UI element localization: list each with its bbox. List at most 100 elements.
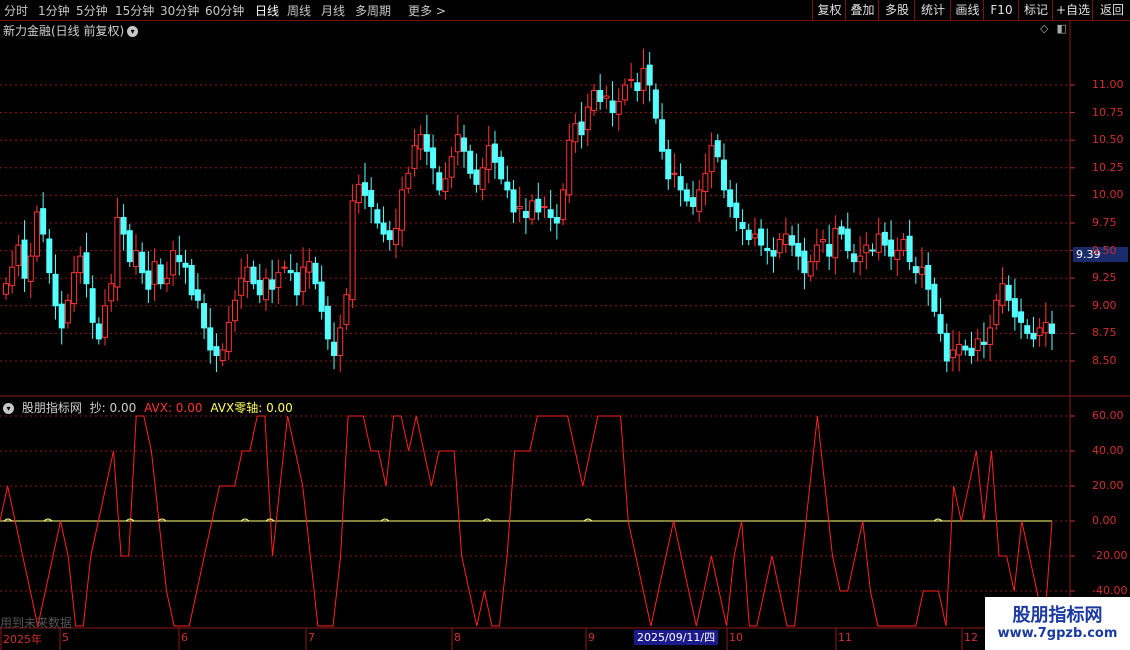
- candle-body: [844, 228, 851, 252]
- candle-body: [491, 143, 498, 163]
- candle-body: [782, 233, 789, 246]
- candle-body: [652, 89, 659, 119]
- date-tick-label: 9: [588, 631, 595, 644]
- candle-body: [176, 255, 183, 263]
- candle-body: [355, 183, 362, 204]
- candle-body: [522, 210, 529, 218]
- candle-body: [931, 283, 938, 312]
- candle-body: [392, 228, 399, 246]
- candle-body: [776, 239, 783, 254]
- candle-body: [615, 101, 622, 115]
- candle-body: [751, 233, 758, 239]
- candle-body: [541, 205, 548, 208]
- diamond-icon[interactable]: ◇: [1040, 22, 1048, 35]
- indicator-title[interactable]: ▾ 股朋指标网 抄: 0.00 AVX: 0.00 AVX零轴: 0.00: [3, 399, 297, 416]
- candle-body: [485, 145, 492, 170]
- split-view-icon[interactable]: ◧: [1056, 22, 1066, 35]
- candle-body: [58, 303, 65, 329]
- candle-body: [473, 169, 480, 185]
- candle-body: [436, 172, 443, 191]
- candle-body: [733, 202, 740, 218]
- candle-body: [745, 229, 752, 241]
- candle-body: [553, 216, 560, 224]
- price-tick-label: 10.75: [1092, 105, 1124, 119]
- stock-chart[interactable]: [0, 0, 1130, 650]
- candle-body: [83, 252, 90, 285]
- price-tick-label: 10.25: [1092, 160, 1124, 174]
- candle-body: [250, 266, 257, 285]
- indicator-name: 股朋指标网: [21, 401, 82, 415]
- candle-body: [52, 273, 59, 307]
- date-tick-label: 7: [308, 631, 315, 644]
- candle-body: [95, 323, 102, 340]
- candle-body: [337, 327, 344, 356]
- candle-body: [225, 321, 232, 353]
- candle-body: [640, 67, 647, 92]
- candle-body: [888, 239, 895, 257]
- candle-body: [275, 272, 282, 289]
- candle-body: [603, 95, 610, 99]
- date-tick-label: 6: [181, 631, 188, 644]
- candle-body: [634, 82, 641, 92]
- candle-body: [578, 121, 585, 136]
- date-tick-label: 5: [62, 631, 69, 644]
- price-tick-label: 8.75: [1092, 326, 1117, 340]
- candle-body: [628, 78, 635, 81]
- candle-body: [361, 182, 368, 196]
- candle-body: [114, 216, 121, 288]
- future-data-warning: 用到未来数据: [0, 616, 73, 630]
- candle-body: [287, 269, 294, 274]
- candle-body: [789, 235, 796, 246]
- candle-body: [126, 230, 133, 263]
- candle-body: [857, 255, 864, 263]
- candle-body: [795, 242, 802, 257]
- candle-body: [442, 178, 449, 193]
- brand-url: www.7gpzb.com: [997, 626, 1118, 641]
- chevron-down-icon[interactable]: ▾: [127, 26, 139, 37]
- candle-body: [145, 270, 152, 290]
- candle-body: [609, 100, 616, 114]
- candle-body: [374, 209, 381, 224]
- indicator-tick-label: 0.00: [1092, 514, 1117, 527]
- candle-body: [368, 189, 375, 207]
- candle-body: [201, 303, 208, 329]
- candle-body: [937, 314, 944, 334]
- candle-body: [683, 189, 690, 202]
- candle-body: [244, 266, 251, 283]
- candle-body: [157, 264, 164, 285]
- candle-body: [727, 189, 734, 207]
- candle-body: [1011, 298, 1018, 318]
- candle-body: [807, 261, 814, 277]
- candle-body: [881, 231, 888, 246]
- candle-body: [677, 176, 684, 191]
- candle-body: [1018, 311, 1025, 323]
- candle-body: [3, 283, 9, 295]
- candle-body: [238, 277, 245, 296]
- candle-body: [479, 167, 486, 190]
- indicator-tick-label: -20.00: [1092, 549, 1128, 562]
- candle-body: [454, 134, 461, 153]
- candle-body: [170, 250, 177, 276]
- candle-body: [139, 251, 146, 274]
- candle-body: [207, 327, 214, 351]
- candle-body: [974, 338, 981, 352]
- candle-body: [343, 294, 350, 326]
- candle-body: [572, 123, 579, 143]
- candle-body: [219, 349, 226, 361]
- candle-body: [213, 346, 220, 356]
- panel-controls: ◇ ◧: [1040, 22, 1067, 35]
- candle-body: [535, 198, 542, 213]
- date-tick-label: 2025年: [3, 633, 42, 646]
- candle-body: [894, 250, 901, 260]
- price-tick-label: 9.75: [1092, 216, 1117, 229]
- candle-body: [1024, 325, 1031, 334]
- chevron-down-icon[interactable]: ▾: [3, 403, 14, 414]
- brand-watermark: 股朋指标网 www.7gpzb.com: [985, 597, 1130, 650]
- candle-body: [182, 262, 189, 268]
- stock-title[interactable]: 新力金融(日线 前复权) ▾: [3, 22, 139, 39]
- date-tick-label: 12: [964, 631, 978, 644]
- candle-body: [832, 228, 839, 259]
- candle-body: [132, 250, 139, 268]
- price-tick-label: 11.00: [1092, 78, 1124, 91]
- price-tick-label: 10.00: [1092, 188, 1124, 202]
